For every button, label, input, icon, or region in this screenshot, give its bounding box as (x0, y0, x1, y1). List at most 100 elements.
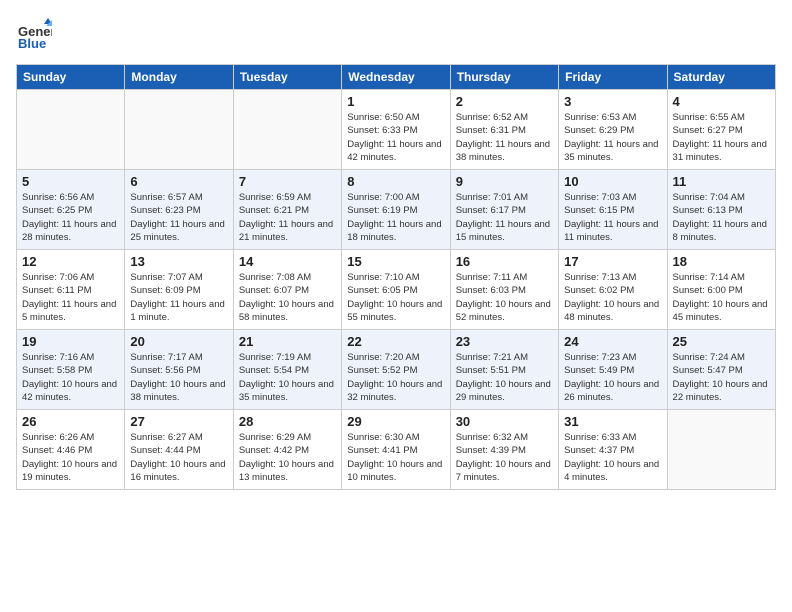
day-number: 3 (564, 94, 661, 109)
day-info: Sunrise: 7:16 AMSunset: 5:58 PMDaylight:… (22, 351, 119, 404)
header-sunday: Sunday (17, 65, 125, 90)
calendar-cell: 4 Sunrise: 6:55 AMSunset: 6:27 PMDaylight… (667, 90, 775, 170)
day-info: Sunrise: 7:19 AMSunset: 5:54 PMDaylight:… (239, 351, 336, 404)
day-info: Sunrise: 6:57 AMSunset: 6:23 PMDaylight:… (130, 191, 227, 244)
calendar-cell: 24 Sunrise: 7:23 AMSunset: 5:49 PMDayligh… (559, 330, 667, 410)
day-info: Sunrise: 7:17 AMSunset: 5:56 PMDaylight:… (130, 351, 227, 404)
header-saturday: Saturday (667, 65, 775, 90)
calendar-cell: 20Sunrise: 7:17 AMSunset: 5:56 PMDayligh… (125, 330, 233, 410)
calendar-cell (233, 90, 341, 170)
day-info: Sunrise: 7:21 AMSunset: 5:51 PMDaylight:… (456, 351, 553, 404)
day-info: Sunrise: 7:04 AMSunset: 6:13 PMDaylight:… (673, 191, 770, 244)
calendar-cell: 1 Sunrise: 6:50 AMSunset: 6:33 PMDaylight… (342, 90, 450, 170)
calendar-cell: 19Sunrise: 7:16 AMSunset: 5:58 PMDayligh… (17, 330, 125, 410)
day-info: Sunrise: 7:03 AMSunset: 6:15 PMDaylight:… (564, 191, 661, 244)
calendar-cell: 7 Sunrise: 6:59 AMSunset: 6:21 PMDaylight… (233, 170, 341, 250)
day-number: 31 (564, 414, 661, 429)
day-info: Sunrise: 6:50 AMSunset: 6:33 PMDaylight:… (347, 111, 444, 164)
day-number: 1 (347, 94, 444, 109)
calendar-cell (125, 90, 233, 170)
day-info: Sunrise: 7:13 AMSunset: 6:02 PMDaylight:… (564, 271, 661, 324)
calendar-cell: 21 Sunrise: 7:19 AMSunset: 5:54 PMDayligh… (233, 330, 341, 410)
calendar-cell (17, 90, 125, 170)
day-info: Sunrise: 6:29 AMSunset: 4:42 PMDaylight:… (239, 431, 336, 484)
calendar-cell: 11 Sunrise: 7:04 AMSunset: 6:13 PMDayligh… (667, 170, 775, 250)
day-number: 4 (673, 94, 770, 109)
day-info: Sunrise: 7:00 AMSunset: 6:19 PMDaylight:… (347, 191, 444, 244)
day-number: 29 (347, 414, 444, 429)
calendar-cell: 18 Sunrise: 7:14 AMSunset: 6:00 PMDayligh… (667, 250, 775, 330)
day-info: Sunrise: 7:06 AMSunset: 6:11 PMDaylight:… (22, 271, 119, 324)
day-number: 27 (130, 414, 227, 429)
day-info: Sunrise: 6:30 AMSunset: 4:41 PMDaylight:… (347, 431, 444, 484)
calendar-cell: 6 Sunrise: 6:57 AMSunset: 6:23 PMDaylight… (125, 170, 233, 250)
day-info: Sunrise: 6:27 AMSunset: 4:44 PMDaylight:… (130, 431, 227, 484)
day-info: Sunrise: 7:20 AMSunset: 5:52 PMDaylight:… (347, 351, 444, 404)
day-info: Sunrise: 7:08 AMSunset: 6:07 PMDaylight:… (239, 271, 336, 324)
day-info: Sunrise: 7:01 AMSunset: 6:17 PMDaylight:… (456, 191, 553, 244)
day-number: 16 (456, 254, 553, 269)
day-info: Sunrise: 6:59 AMSunset: 6:21 PMDaylight:… (239, 191, 336, 244)
calendar-header-row: SundayMondayTuesdayWednesdayThursdayFrid… (17, 65, 776, 90)
day-number: 9 (456, 174, 553, 189)
day-number: 21 (239, 334, 336, 349)
calendar-cell: 28 Sunrise: 6:29 AMSunset: 4:42 PMDayligh… (233, 410, 341, 490)
day-number: 8 (347, 174, 444, 189)
header-tuesday: Tuesday (233, 65, 341, 90)
header-friday: Friday (559, 65, 667, 90)
header-thursday: Thursday (450, 65, 558, 90)
day-number: 11 (673, 174, 770, 189)
calendar-cell: 30Sunrise: 6:32 AMSunset: 4:39 PMDayligh… (450, 410, 558, 490)
calendar-week-row: 1 Sunrise: 6:50 AMSunset: 6:33 PMDaylight… (17, 90, 776, 170)
calendar-week-row: 19Sunrise: 7:16 AMSunset: 5:58 PMDayligh… (17, 330, 776, 410)
header-wednesday: Wednesday (342, 65, 450, 90)
day-number: 18 (673, 254, 770, 269)
day-number: 24 (564, 334, 661, 349)
day-info: Sunrise: 6:55 AMSunset: 6:27 PMDaylight:… (673, 111, 770, 164)
calendar-cell: 3Sunrise: 6:53 AMSunset: 6:29 PMDaylight… (559, 90, 667, 170)
day-info: Sunrise: 7:23 AMSunset: 5:49 PMDaylight:… (564, 351, 661, 404)
day-number: 5 (22, 174, 119, 189)
calendar-cell: 5 Sunrise: 6:56 AMSunset: 6:25 PMDaylight… (17, 170, 125, 250)
calendar-cell: 9 Sunrise: 7:01 AMSunset: 6:17 PMDaylight… (450, 170, 558, 250)
calendar-cell: 27 Sunrise: 6:27 AMSunset: 4:44 PMDayligh… (125, 410, 233, 490)
day-number: 14 (239, 254, 336, 269)
day-info: Sunrise: 7:14 AMSunset: 6:00 PMDaylight:… (673, 271, 770, 324)
day-number: 17 (564, 254, 661, 269)
logo: General Blue (16, 16, 56, 52)
calendar-cell: 31 Sunrise: 6:33 AMSunset: 4:37 PMDayligh… (559, 410, 667, 490)
page-header: General Blue (16, 16, 776, 52)
calendar-cell: 25Sunrise: 7:24 AMSunset: 5:47 PMDayligh… (667, 330, 775, 410)
day-info: Sunrise: 7:10 AMSunset: 6:05 PMDaylight:… (347, 271, 444, 324)
header-monday: Monday (125, 65, 233, 90)
day-info: Sunrise: 6:33 AMSunset: 4:37 PMDaylight:… (564, 431, 661, 484)
calendar-cell: 22Sunrise: 7:20 AMSunset: 5:52 PMDayligh… (342, 330, 450, 410)
calendar-week-row: 12 Sunrise: 7:06 AMSunset: 6:11 PMDayligh… (17, 250, 776, 330)
day-number: 12 (22, 254, 119, 269)
calendar-cell: 23 Sunrise: 7:21 AMSunset: 5:51 PMDayligh… (450, 330, 558, 410)
day-number: 28 (239, 414, 336, 429)
day-info: Sunrise: 6:56 AMSunset: 6:25 PMDaylight:… (22, 191, 119, 244)
day-number: 23 (456, 334, 553, 349)
day-info: Sunrise: 7:24 AMSunset: 5:47 PMDaylight:… (673, 351, 770, 404)
calendar-cell: 2Sunrise: 6:52 AMSunset: 6:31 PMDaylight… (450, 90, 558, 170)
calendar-cell: 12 Sunrise: 7:06 AMSunset: 6:11 PMDayligh… (17, 250, 125, 330)
calendar-table: SundayMondayTuesdayWednesdayThursdayFrid… (16, 64, 776, 490)
day-number: 15 (347, 254, 444, 269)
day-number: 6 (130, 174, 227, 189)
calendar-cell: 17 Sunrise: 7:13 AMSunset: 6:02 PMDayligh… (559, 250, 667, 330)
day-info: Sunrise: 7:07 AMSunset: 6:09 PMDaylight:… (130, 271, 227, 324)
calendar-cell: 13Sunrise: 7:07 AMSunset: 6:09 PMDayligh… (125, 250, 233, 330)
calendar-cell: 8 Sunrise: 7:00 AMSunset: 6:19 PMDaylight… (342, 170, 450, 250)
day-number: 10 (564, 174, 661, 189)
day-info: Sunrise: 7:11 AMSunset: 6:03 PMDaylight:… (456, 271, 553, 324)
calendar-cell: 14 Sunrise: 7:08 AMSunset: 6:07 PMDayligh… (233, 250, 341, 330)
day-number: 7 (239, 174, 336, 189)
calendar-cell (667, 410, 775, 490)
day-info: Sunrise: 6:52 AMSunset: 6:31 PMDaylight:… (456, 111, 553, 164)
calendar-week-row: 5 Sunrise: 6:56 AMSunset: 6:25 PMDaylight… (17, 170, 776, 250)
calendar-cell: 26Sunrise: 6:26 AMSunset: 4:46 PMDayligh… (17, 410, 125, 490)
calendar-cell: 15 Sunrise: 7:10 AMSunset: 6:05 PMDayligh… (342, 250, 450, 330)
day-info: Sunrise: 6:32 AMSunset: 4:39 PMDaylight:… (456, 431, 553, 484)
calendar-cell: 29 Sunrise: 6:30 AMSunset: 4:41 PMDayligh… (342, 410, 450, 490)
